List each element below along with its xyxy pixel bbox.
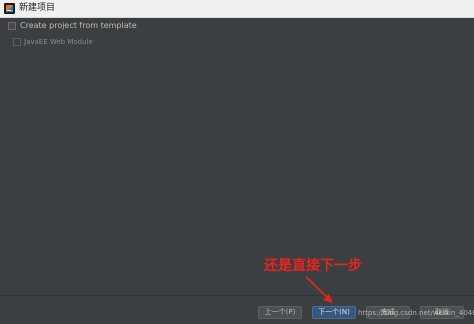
annotation-arrow-icon [305,276,333,303]
watermark: https://blog.csdn.net/weixin_40460171 [358,309,474,317]
